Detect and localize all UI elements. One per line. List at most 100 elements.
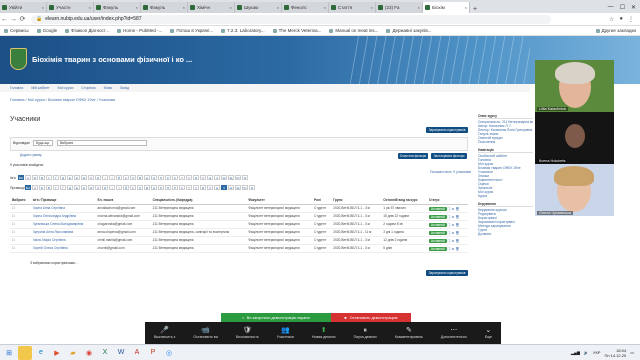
column-header[interactable]: Групи	[331, 196, 382, 205]
column-header[interactable]: Ролі	[312, 196, 332, 205]
status-badge[interactable]: Активний	[428, 230, 447, 235]
tab-close-icon[interactable]: ×	[371, 5, 373, 10]
letter-filter[interactable]: Г	[53, 185, 59, 190]
letter-filter[interactable]: Ц	[214, 185, 220, 190]
bookmark-item[interactable]: Home - PubMed -...	[113, 28, 166, 33]
powerpoint-icon[interactable]: P	[146, 346, 160, 360]
participant-name[interactable]: Чорна Олександра Андріївна	[30, 212, 96, 221]
clear-filters-button[interactable]: Очистити фільтри	[398, 153, 428, 159]
volume-icon[interactable]: 🔈	[584, 350, 589, 355]
participant-name[interactable]: Чміль Марія Сергіївна	[30, 236, 96, 245]
back-icon[interactable]: ←	[0, 16, 9, 23]
bookmark-item[interactable]: Державні закупів...	[382, 28, 435, 33]
start-icon[interactable]: ⊞	[2, 346, 16, 360]
status-badge[interactable]: Активний	[428, 214, 447, 219]
letter-filter[interactable]: Т	[186, 185, 192, 190]
new-tab-button[interactable]: +	[470, 6, 480, 13]
bookmark-item[interactable]: Поташ в Україні...	[166, 28, 217, 33]
browser-tab[interactable]: Шукаю ×	[235, 2, 282, 13]
tab-close-icon[interactable]: ×	[277, 5, 279, 10]
column-header[interactable]: Ел. пошта	[95, 196, 151, 205]
zoom-button[interactable]: 📹 Остановить ви	[193, 327, 218, 339]
language-indicator[interactable]: УКР	[593, 350, 601, 355]
word-icon[interactable]: W	[114, 346, 128, 360]
breadcrumb[interactable]: Головна / Мої курси / Біохімія тварин ОФ…	[10, 98, 115, 102]
tab-close-icon[interactable]: ×	[230, 5, 232, 10]
browser-tab[interactable]: Факуль ×	[94, 2, 141, 13]
zoom-button[interactable]: ⏸ Пауза демонс	[354, 327, 377, 339]
letter-filter[interactable]: І	[109, 185, 115, 190]
tab-close-icon[interactable]: ×	[465, 5, 467, 10]
notifications-icon[interactable]: ▭	[630, 350, 634, 355]
letter-filter[interactable]: Б	[32, 175, 38, 180]
letter-filter[interactable]: Л	[130, 175, 136, 180]
letter-filter[interactable]: Н	[151, 185, 157, 190]
letter-filter[interactable]: И	[95, 175, 101, 180]
letter-filter[interactable]: Й	[116, 175, 122, 180]
bookmark-item[interactable]: Google	[33, 28, 62, 33]
letter-filter[interactable]: Е	[67, 175, 73, 180]
letter-filter[interactable]: М	[137, 175, 143, 180]
row-checkbox[interactable]: ☐	[10, 228, 31, 237]
letter-filter[interactable]: М	[144, 185, 150, 190]
browser-tab[interactable]: Хімічн ×	[188, 2, 235, 13]
row-checkbox[interactable]: ☐	[10, 204, 31, 213]
letter-filter[interactable]: Г	[46, 175, 52, 180]
letter-filter[interactable]: Ц	[207, 175, 213, 180]
letter-filter[interactable]: Ж	[88, 185, 94, 190]
letter-filter[interactable]: Ф	[193, 175, 199, 180]
letter-filter[interactable]: Щ	[235, 185, 241, 190]
status-actions-icons[interactable]: ⓘ ⚙ 🗑	[447, 207, 460, 211]
zoom-button[interactable]: 👥 Участники	[277, 327, 294, 339]
enrol-users-button[interactable]: Зарахувати користувачів	[426, 127, 468, 133]
participant-name[interactable]: Чуприна Анна Ярославівна	[30, 228, 96, 237]
status-actions-icons[interactable]: ⓘ ⚙ 🗑	[447, 223, 460, 227]
letter-filter[interactable]: В	[39, 175, 45, 180]
bulk-action-select[interactable]: З вибраними користувачами...	[30, 261, 78, 265]
browser-tab[interactable]: Факуль ×	[141, 2, 188, 13]
column-header[interactable]: Вибрати	[10, 196, 31, 205]
folder-icon[interactable]: ▰	[66, 346, 80, 360]
letter-filter[interactable]: Т	[179, 175, 185, 180]
tab-close-icon[interactable]: ×	[324, 5, 326, 10]
letter-filter[interactable]: К	[123, 175, 129, 180]
tab-close-icon[interactable]: ×	[89, 5, 91, 10]
close-window-icon[interactable]: ✕	[631, 4, 636, 11]
university-logo[interactable]	[10, 48, 27, 70]
letter-filter[interactable]: С	[179, 185, 185, 190]
letter-filter[interactable]: В	[46, 185, 52, 190]
tab-close-icon[interactable]: ×	[183, 5, 185, 10]
status-actions-icons[interactable]: ⓘ ⚙ 🗑	[447, 239, 460, 243]
zoom-button[interactable]: ✎ Комментировать	[395, 327, 423, 339]
participant-name-link[interactable]: Чміль Марія Сергіївна	[33, 238, 66, 242]
letter-filter[interactable]: Щ	[228, 175, 234, 180]
site-nav-item[interactable]: Вихід	[120, 86, 129, 90]
zoom-app-icon[interactable]: ◎	[162, 346, 176, 360]
letter-filter[interactable]: Р	[165, 175, 171, 180]
letter-all[interactable]: Всі	[25, 185, 31, 190]
site-nav-item[interactable]: Сторінки	[81, 86, 95, 90]
video-tile-3[interactable]: Олена Чугаєвська	[535, 164, 614, 216]
letter-filter[interactable]: Р	[172, 185, 178, 190]
explorer-icon[interactable]: .	[18, 345, 32, 360]
letter-filter[interactable]: Ї	[109, 175, 115, 180]
letter-filter[interactable]: Ш	[228, 185, 234, 190]
letter-filter[interactable]: С	[172, 175, 178, 180]
letter-filter[interactable]: У	[193, 185, 199, 190]
letter-filter[interactable]: З	[88, 175, 94, 180]
zoom-button[interactable]: ⋯ Дополнительно	[441, 327, 467, 339]
site-nav-item[interactable]: Мови	[104, 86, 113, 90]
row-checkbox[interactable]: ☐	[10, 244, 31, 253]
participant-name-link[interactable]: Чугаєвська Олена Володимирівна	[33, 222, 84, 226]
status-actions-icons[interactable]: ⓘ ⚙ 🗑	[447, 247, 460, 251]
letter-filter[interactable]: Я	[249, 185, 255, 190]
letter-filter[interactable]: Ю	[235, 175, 241, 180]
status-badge[interactable]: Активний	[428, 222, 447, 227]
column-header[interactable]: Спеціальність (Кафедра)	[150, 196, 247, 205]
row-checkbox[interactable]: ☐	[10, 236, 31, 245]
column-header[interactable]: Ім'я / Прізвище	[30, 196, 96, 205]
video-tile-1[interactable]: Liliia Kalachniuk	[535, 60, 614, 112]
site-nav-item[interactable]: Мій кабінет	[31, 86, 49, 90]
browser-tab[interactable]: Участн ×	[47, 2, 94, 13]
sidebar-item[interactable]: Курси	[478, 194, 533, 198]
